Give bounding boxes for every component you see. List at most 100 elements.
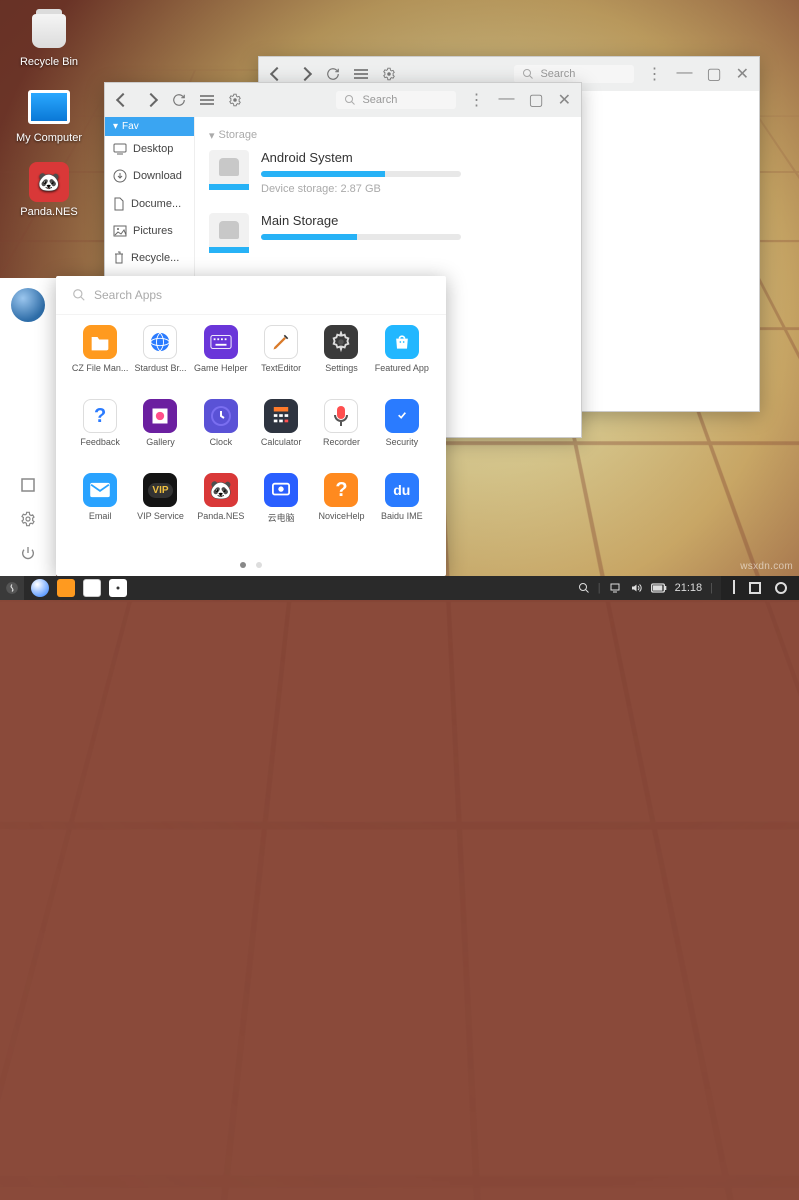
overflow-button[interactable]: ⋮	[468, 90, 484, 110]
shield-icon	[385, 399, 419, 433]
storage-name: Android System	[261, 150, 567, 165]
nav-forward-button[interactable]	[143, 95, 159, 105]
app-game-helper[interactable]: Game Helper	[191, 325, 251, 393]
settings-button[interactable]	[381, 67, 397, 81]
nav-recents-button[interactable]	[775, 582, 787, 594]
sidebar-item-download[interactable]: Download	[105, 162, 194, 190]
tray-search-icon[interactable]	[578, 582, 590, 594]
app-clock[interactable]: Clock	[191, 399, 251, 467]
minimize-button[interactable]: —	[676, 64, 692, 84]
sidebar-item-documents[interactable]: Docume...	[105, 190, 194, 218]
sidebar-item-pictures[interactable]: Pictures	[105, 218, 194, 244]
sidebar-item-label: Recycle...	[131, 252, 179, 264]
storage-subtext: Device storage: 2.87 GB	[261, 183, 567, 195]
clock-icon	[204, 399, 238, 433]
watermark: wsxdn.com	[740, 561, 793, 572]
window-titlebar[interactable]: Search ⋮ — ▢ ✕	[105, 83, 581, 117]
panda-icon: 🐼	[204, 473, 238, 507]
app-label: Panda.NES	[197, 511, 244, 521]
close-button[interactable]: ✕	[558, 90, 571, 110]
refresh-button[interactable]	[171, 93, 187, 107]
tray-network-icon[interactable]	[609, 582, 621, 594]
power-button[interactable]	[19, 544, 37, 562]
fullscreen-button[interactable]	[19, 476, 37, 494]
taskbar-pinned	[24, 576, 134, 600]
app-recorder[interactable]: Recorder	[311, 399, 371, 467]
search-icon	[72, 288, 86, 302]
start-button[interactable]	[0, 576, 24, 600]
launcher-search[interactable]: Search Apps	[56, 276, 446, 315]
app-security[interactable]: Security	[372, 399, 432, 467]
sidebar-item-desktop[interactable]: Desktop	[105, 136, 194, 162]
app-novicehelp[interactable]: ?NoviceHelp	[311, 473, 371, 544]
taskbar: | 21:18 |	[0, 576, 799, 600]
tray-clock[interactable]: 21:18	[675, 582, 703, 594]
desktop-icon-my-computer[interactable]: My Computer	[10, 86, 88, 144]
taskbar-app-filemanager[interactable]	[54, 576, 78, 600]
app-panda-nes[interactable]: 🐼 Panda.NES	[191, 473, 251, 544]
page-dot[interactable]	[240, 562, 246, 568]
app-cz-file-man[interactable]: CZ File Man...	[70, 325, 130, 393]
settings-button[interactable]	[227, 93, 243, 107]
app-[interactable]: 云电脑	[251, 473, 311, 544]
desktop-icon-recycle-bin[interactable]: Recycle Bin	[10, 10, 88, 68]
overflow-button[interactable]: ⋮	[646, 64, 662, 84]
separator: |	[710, 582, 713, 594]
refresh-button[interactable]	[325, 67, 341, 81]
close-button[interactable]: ✕	[736, 64, 749, 84]
section-label: Storage	[219, 129, 258, 142]
app-texteditor[interactable]: TextEditor	[251, 325, 311, 393]
storage-item-main-storage[interactable]: Main Storage	[209, 213, 567, 253]
search-placeholder: Search Apps	[94, 288, 162, 302]
taskbar-app-browser[interactable]	[28, 576, 52, 600]
taskbar-app-texteditor[interactable]	[80, 576, 104, 600]
app-settings[interactable]: Settings	[311, 325, 371, 393]
window-controls: ⋮ — ▢ ✕	[646, 64, 749, 84]
app-label: Game Helper	[194, 363, 248, 373]
folder-icon	[83, 325, 117, 359]
nav-back-button[interactable]	[733, 582, 735, 594]
user-avatar[interactable]	[11, 288, 45, 322]
computer-icon	[28, 86, 70, 128]
desktop-icon-panda-nes[interactable]: 🐼 Panda.NES	[10, 162, 88, 218]
maximize-button[interactable]: ▢	[528, 90, 543, 110]
app-label: TextEditor	[261, 363, 301, 373]
pager[interactable]	[56, 554, 446, 576]
app-stardust-br[interactable]: Stardust Br...	[130, 325, 190, 393]
sidebar-header[interactable]: ▾ Fav	[105, 117, 194, 136]
app-vip-service[interactable]: VIPVIP Service	[130, 473, 190, 544]
search-input[interactable]: Search	[514, 65, 634, 83]
maximize-button[interactable]: ▢	[706, 64, 721, 84]
taskbar-app-settings[interactable]	[106, 576, 130, 600]
sidebar-item-recycle[interactable]: Recycle...	[105, 244, 194, 272]
nav-forward-button[interactable]	[297, 69, 313, 79]
storage-item-android-system[interactable]: Android System Device storage: 2.87 GB	[209, 150, 567, 195]
menu-button[interactable]	[353, 68, 369, 80]
tray-battery-icon[interactable]	[651, 583, 667, 593]
app-email[interactable]: Email	[70, 473, 130, 544]
search-input[interactable]: Search	[336, 91, 456, 109]
app-calculator[interactable]: Calculator	[251, 399, 311, 467]
pencil-icon	[264, 325, 298, 359]
tray-volume-icon[interactable]	[629, 582, 643, 594]
menu-button[interactable]	[199, 94, 215, 106]
app-label: Baidu IME	[381, 511, 423, 521]
app-gallery[interactable]: Gallery	[130, 399, 190, 467]
app-label: Recorder	[323, 437, 360, 447]
nav-home-button[interactable]	[749, 582, 761, 594]
question-icon: ?	[83, 399, 117, 433]
app-featured-app[interactable]: Featured App	[372, 325, 432, 393]
nav-back-button[interactable]	[115, 95, 131, 105]
app-baidu-ime[interactable]: duBaidu IME	[372, 473, 432, 544]
minimize-button[interactable]: —	[498, 90, 514, 110]
gear-icon	[324, 325, 358, 359]
page-dot[interactable]	[256, 562, 262, 568]
nav-buttons	[721, 576, 799, 600]
app-launcher: Search Apps CZ File Man...Stardust Br...…	[56, 276, 446, 576]
nav-back-button[interactable]	[269, 69, 285, 79]
desktop-icon	[113, 143, 127, 155]
section-header[interactable]: ▾ Storage	[209, 129, 567, 142]
app-feedback[interactable]: ?Feedback	[70, 399, 130, 467]
settings-button[interactable]	[19, 510, 37, 528]
window-controls: ⋮ — ▢ ✕	[468, 90, 571, 110]
